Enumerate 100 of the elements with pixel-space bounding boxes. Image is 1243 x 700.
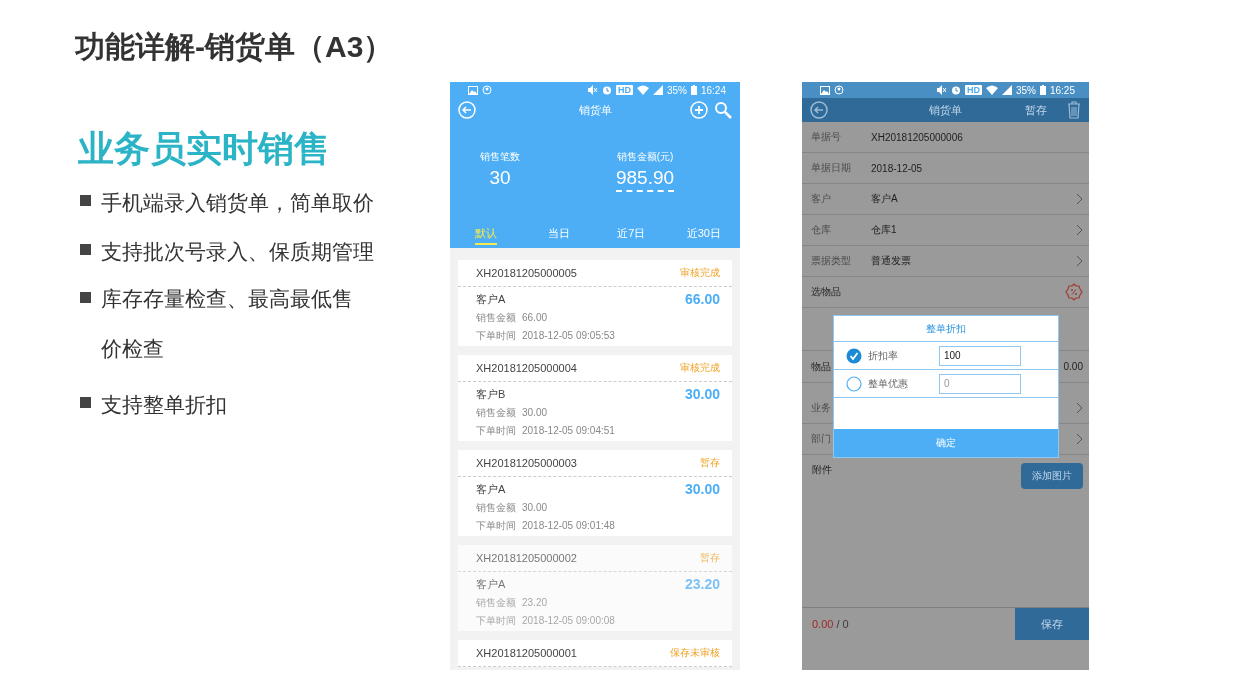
time-label: 下单时间	[476, 328, 516, 343]
battery-percent: 35%	[1015, 84, 1036, 96]
field-value: XH20181205000006	[871, 131, 963, 143]
bullet-square	[80, 244, 91, 255]
chevron-right-icon[interactable]	[1076, 433, 1083, 445]
field-label: 业务	[811, 401, 831, 415]
customer-name: 客户A	[476, 291, 506, 307]
chevron-right-icon[interactable]	[1076, 193, 1083, 205]
field-label: 选物品	[811, 285, 841, 299]
order-number: XH20181205000002	[476, 552, 577, 564]
items-total: 0.00	[1063, 361, 1083, 372]
hd-badge: HD	[964, 85, 982, 95]
alarm-icon	[950, 85, 961, 95]
amount-value: 30.00	[522, 407, 548, 418]
field-label: 单据日期	[811, 161, 851, 175]
circle-icon	[834, 85, 844, 95]
order-card[interactable]: XH20181205000002 暂存 客户A 23.20 销售金额 23.20 下单时间 2018-12-05 09:00:08	[458, 545, 732, 631]
hd-badge: HD	[615, 85, 633, 95]
discount-input[interactable]: 0	[939, 373, 1021, 394]
order-time: 2018-12-05 09:04:51	[522, 425, 615, 436]
summary-label: 销售笔数	[480, 150, 520, 164]
add-icon[interactable]	[690, 101, 708, 119]
slide-heading: 业务员实时销售	[78, 127, 331, 171]
radio-icon[interactable]	[846, 375, 862, 392]
draft-button[interactable]: 暂存	[1025, 102, 1047, 118]
image-icon	[468, 85, 478, 95]
field-label: 仓库	[811, 223, 831, 237]
time-label: 下单时间	[476, 518, 516, 533]
form-row[interactable]: 客户 客户A	[802, 184, 1089, 215]
wifi-icon	[985, 85, 998, 95]
wifi-icon	[636, 85, 649, 95]
item-count: / 0	[836, 618, 849, 630]
field-label: 单据号	[811, 130, 841, 144]
chevron-right-icon[interactable]	[1076, 255, 1083, 267]
order-number: XH20181205000001	[476, 647, 577, 659]
order-status: 审核完成	[680, 266, 720, 280]
search-icon[interactable]	[714, 101, 732, 119]
screen-title: 销货单	[578, 102, 612, 118]
trash-icon[interactable]	[1067, 101, 1081, 119]
form-row[interactable]: 仓库 仓库1	[802, 215, 1089, 246]
bullet-square	[80, 292, 91, 303]
signal-icon	[652, 85, 663, 95]
field-label: 物品	[811, 359, 831, 374]
field-label: 客户	[811, 192, 831, 206]
radio-checked-icon[interactable]	[846, 347, 862, 364]
order-time: 2018-12-05 09:01:48	[522, 520, 615, 531]
bullet-text: 库存存量检查、最高最低售价检查	[101, 286, 354, 362]
signal-icon	[1001, 85, 1012, 95]
confirm-button[interactable]: 确定	[834, 429, 1058, 457]
order-card[interactable]: XH20181205000003 暂存 客户A 30.00 销售金额 30.00 下单时间 2018-12-05 09:01:48	[458, 450, 732, 536]
order-card[interactable]: XH20181205000004 审核完成 客户B 30.00 销售金额 30.00 下单时间 2018-12-05 09:04:51	[458, 355, 732, 441]
circle-icon	[482, 85, 492, 95]
form-row[interactable]: 票据类型 普通发票	[802, 246, 1089, 277]
amount-value: 30.00	[522, 502, 548, 513]
discount-input[interactable]: 100	[939, 345, 1021, 366]
order-amount: 30.00	[684, 481, 720, 497]
chevron-right-icon[interactable]	[1076, 224, 1083, 236]
field-value: 仓库1	[871, 223, 897, 237]
back-icon[interactable]	[810, 101, 828, 119]
mute-icon	[586, 85, 598, 95]
amount-label: 销售金额	[476, 500, 516, 515]
battery-percent: 35%	[666, 84, 687, 96]
field-value: 2018-12-05	[871, 162, 923, 174]
time-label: 下单时间	[476, 423, 516, 438]
order-card[interactable]: XH20181205000005 审核完成 客户A 66.00 销售金额 66.00 下单时间 2018-12-05 09:05:53	[458, 260, 732, 346]
screen-title: 销货单	[929, 102, 962, 118]
order-status: 保存未审核	[670, 646, 720, 660]
dialog-title: 整单折扣	[834, 316, 1058, 342]
amount-label: 销售金额	[476, 405, 516, 420]
time-label: 下单时间	[476, 613, 516, 628]
filter-tab[interactable]: 当日	[547, 223, 570, 245]
filter-tab[interactable]: 近30日	[686, 223, 721, 245]
status-time: 16:25	[1049, 84, 1075, 96]
summary-label: 销售金额(元)	[616, 150, 674, 164]
field-value: 普通发票	[871, 254, 911, 268]
order-card[interactable]: XH20181205000001 保存未审核	[458, 640, 732, 667]
order-amount: 66.00	[684, 291, 720, 307]
discount-icon[interactable]	[1065, 283, 1083, 301]
total-amount: 0.00	[812, 618, 834, 630]
add-image-button[interactable]: 添加图片	[1021, 463, 1083, 489]
bullet-text: 支持整单折扣	[101, 392, 227, 418]
option-label: 折扣率	[868, 348, 899, 363]
summary-value: 30	[489, 167, 511, 189]
attachment-label: 附件	[812, 463, 832, 477]
bullet-text: 手机端录入销货单，简单取价	[101, 190, 374, 216]
amount-value: 23.20	[522, 597, 548, 608]
battery-icon	[690, 85, 697, 95]
order-time: 2018-12-05 09:00:08	[522, 615, 615, 626]
form-row[interactable]: 选物品	[802, 277, 1089, 308]
alarm-icon	[601, 85, 612, 95]
field-value: 客户A	[871, 192, 898, 206]
filter-tab[interactable]: 近7日	[617, 223, 646, 245]
save-button[interactable]: 保存	[1015, 608, 1089, 640]
slide-title: 功能详解-销货单（A3）	[75, 29, 395, 65]
field-label: 部门	[811, 432, 831, 446]
field-label: 票据类型	[811, 254, 851, 268]
battery-icon	[1039, 85, 1046, 95]
chevron-right-icon[interactable]	[1076, 402, 1083, 414]
order-amount: 30.00	[684, 386, 720, 402]
bullet-text: 支持批次号录入、保质期管理	[101, 239, 374, 265]
